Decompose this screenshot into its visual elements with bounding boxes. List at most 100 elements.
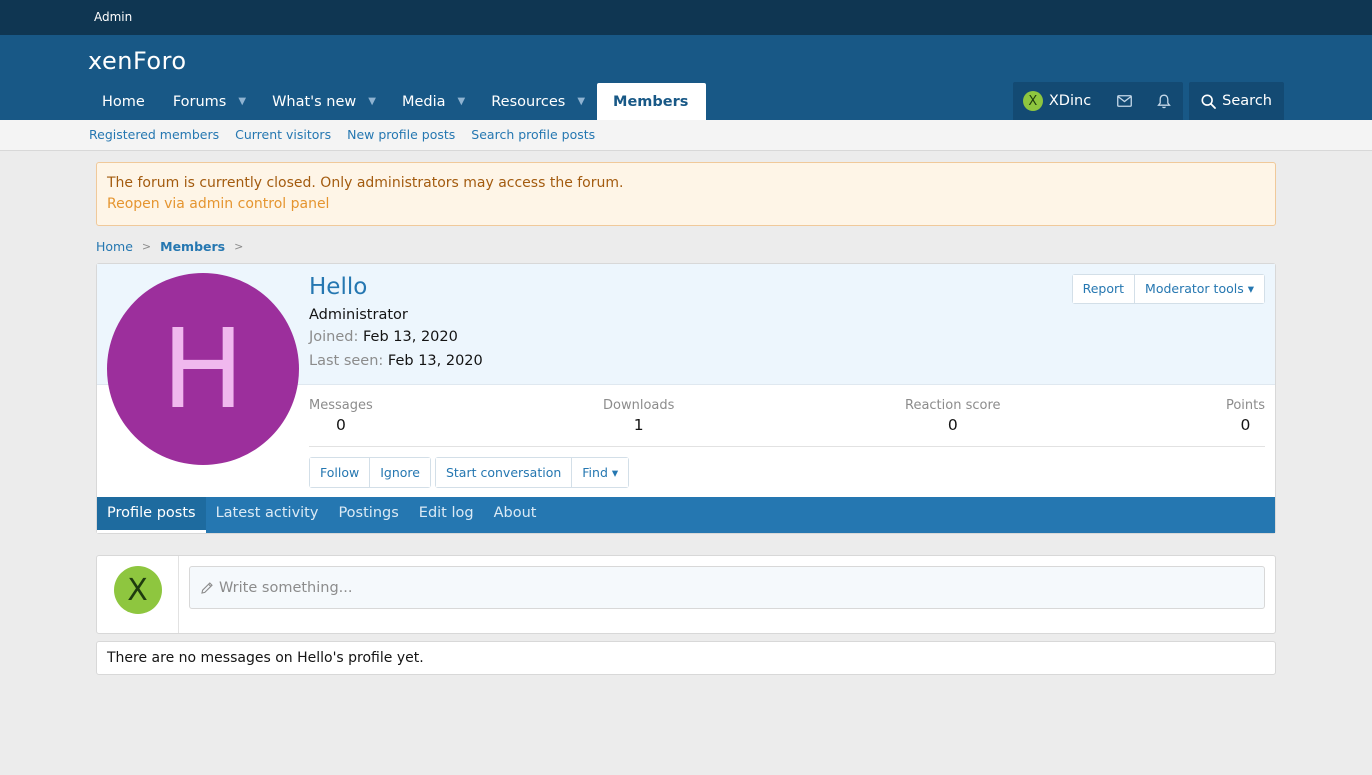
search-icon bbox=[1201, 93, 1217, 109]
nav-tab-forums[interactable]: Forums ▼ bbox=[159, 83, 258, 120]
joined-label: Joined: bbox=[309, 329, 359, 345]
nav-tab-label: Media bbox=[401, 93, 446, 110]
conversation-find-group: Start conversation Find ▾ bbox=[434, 456, 630, 488]
subnav-search-profile-posts[interactable]: Search profile posts bbox=[471, 120, 595, 150]
follow-button[interactable]: Follow bbox=[310, 457, 371, 487]
tab-profile-posts[interactable]: Profile posts bbox=[97, 497, 206, 533]
chevron-down-icon[interactable]: ▼ bbox=[577, 96, 585, 107]
member-tools: Report Moderator tools ▾ bbox=[1071, 274, 1265, 304]
nav-tab-label: What's new bbox=[272, 93, 357, 110]
chevron-right-icon: > bbox=[141, 240, 152, 253]
breadcrumb-home[interactable]: Home bbox=[96, 239, 133, 254]
admin-link[interactable]: Admin bbox=[94, 10, 132, 24]
alerts-button[interactable] bbox=[1144, 82, 1183, 120]
joined-row: Joined: Feb 13, 2020 bbox=[309, 325, 483, 349]
stat-value: 0 bbox=[947, 416, 958, 434]
stat-reaction-score[interactable]: Reaction score 0 bbox=[905, 398, 1001, 436]
subnav-new-profile-posts[interactable]: New profile posts bbox=[347, 120, 455, 150]
last-seen-row: Last seen: Feb 13, 2020 bbox=[309, 349, 483, 373]
find-button[interactable]: Find ▾ bbox=[572, 457, 629, 487]
stat-value: 0 bbox=[1240, 416, 1251, 434]
account-link[interactable]: X XDinc bbox=[1013, 82, 1105, 120]
user-nav: X XDinc Search bbox=[1012, 82, 1284, 120]
last-seen-label: Last seen: bbox=[309, 353, 384, 369]
follow-ignore-group: Follow Ignore bbox=[309, 456, 431, 488]
search-label: Search bbox=[1222, 93, 1272, 109]
no-messages-block: There are no messages on Hello's profile… bbox=[96, 641, 1276, 675]
chevron-down-icon[interactable]: ▼ bbox=[458, 96, 466, 107]
nav-tab-label: Resources bbox=[491, 93, 566, 110]
last-seen-value: Feb 13, 2020 bbox=[387, 353, 483, 369]
ignore-button[interactable]: Ignore bbox=[370, 457, 430, 487]
member-stats: Messages 0 Downloads 1 Reaction score 0 … bbox=[309, 385, 1265, 447]
nav-tab-media[interactable]: Media ▼ bbox=[388, 83, 477, 120]
staff-bar: Admin bbox=[0, 0, 1372, 35]
nav-tab-label: Home bbox=[102, 93, 145, 110]
account-group: X XDinc bbox=[1012, 82, 1184, 120]
reopen-link[interactable]: Reopen via admin control panel bbox=[107, 194, 1265, 215]
stat-downloads[interactable]: Downloads 1 bbox=[603, 398, 674, 436]
tab-latest-activity[interactable]: Latest activity bbox=[206, 497, 329, 533]
main-content: The forum is currently closed. Only admi… bbox=[96, 151, 1276, 675]
nav-tab-label: Forums bbox=[172, 93, 227, 110]
user-title: Administrator bbox=[309, 307, 408, 323]
main-nav: Home Forums ▼ What's new ▼ Media ▼ Resou… bbox=[88, 83, 707, 120]
stat-value: 0 bbox=[335, 416, 346, 434]
empty-message: There are no messages on Hello's profile… bbox=[107, 650, 424, 666]
stat-messages[interactable]: Messages 0 bbox=[309, 398, 373, 436]
site-logo[interactable]: xenForo bbox=[88, 47, 187, 75]
nav-tab-whats-new[interactable]: What's new ▼ bbox=[258, 83, 388, 120]
tab-about[interactable]: About bbox=[484, 497, 547, 533]
nav-tab-home[interactable]: Home bbox=[88, 83, 159, 120]
profile-post-composer: X Write something... bbox=[96, 555, 1276, 634]
stat-points[interactable]: Points 0 bbox=[1226, 398, 1265, 436]
breadcrumb-members[interactable]: Members bbox=[160, 239, 225, 254]
find-label: Find bbox=[582, 464, 608, 480]
stat-label: Messages bbox=[309, 398, 373, 413]
envelope-icon bbox=[1117, 95, 1133, 107]
chevron-right-icon: > bbox=[234, 240, 244, 253]
stat-label: Reaction score bbox=[905, 398, 1001, 413]
composer-placeholder: Write something... bbox=[219, 579, 353, 596]
joined-value: Feb 13, 2020 bbox=[363, 329, 458, 345]
start-conversation-button[interactable]: Start conversation bbox=[435, 457, 573, 487]
avatar: X bbox=[1022, 91, 1043, 111]
profile-info: Hello Administrator Joined: Feb 13, 2020… bbox=[309, 272, 483, 373]
composer-avatar-cell: X bbox=[97, 556, 179, 633]
moderator-tools-label: Moderator tools bbox=[1145, 281, 1244, 296]
subnav-current-visitors[interactable]: Current visitors bbox=[235, 120, 331, 150]
chevron-down-icon[interactable]: ▼ bbox=[368, 96, 376, 107]
nav-tab-resources[interactable]: Resources ▼ bbox=[477, 83, 597, 120]
report-button[interactable]: Report bbox=[1072, 275, 1136, 303]
profile-avatar[interactable]: H bbox=[107, 273, 299, 465]
breadcrumb: Home > Members > bbox=[96, 238, 1276, 255]
stat-label: Points bbox=[1225, 398, 1265, 413]
stat-value: 1 bbox=[633, 416, 644, 434]
stat-label: Downloads bbox=[603, 398, 675, 413]
subnav-registered-members[interactable]: Registered members bbox=[89, 120, 219, 150]
site-header: xenForo Home Forums ▼ What's new ▼ Media… bbox=[0, 35, 1372, 120]
composer-main: Write something... bbox=[179, 556, 1275, 633]
search-button[interactable]: Search bbox=[1189, 82, 1284, 120]
notice-message: The forum is currently closed. Only admi… bbox=[107, 175, 624, 191]
avatar[interactable]: X bbox=[113, 566, 162, 614]
bell-icon bbox=[1156, 94, 1171, 108]
account-username: XDinc bbox=[1048, 93, 1092, 109]
profile-tabs: Profile posts Latest activity Postings E… bbox=[97, 497, 1275, 533]
sub-nav: Registered members Current visitors New … bbox=[0, 120, 1372, 151]
caret-down-icon: ▾ bbox=[1247, 281, 1254, 296]
write-something-input[interactable]: Write something... bbox=[189, 566, 1265, 609]
inbox-button[interactable] bbox=[1105, 82, 1144, 120]
member-header: H Hello Administrator Joined: Feb 13, 20… bbox=[96, 263, 1276, 534]
tab-postings[interactable]: Postings bbox=[328, 497, 408, 533]
search-group: Search bbox=[1189, 82, 1284, 120]
nav-tab-members[interactable]: Members bbox=[597, 83, 707, 120]
forum-closed-notice: The forum is currently closed. Only admi… bbox=[96, 162, 1276, 226]
pencil-icon bbox=[201, 581, 213, 594]
chevron-down-icon[interactable]: ▼ bbox=[238, 96, 246, 107]
nav-tab-label: Members bbox=[613, 93, 689, 110]
profile-username[interactable]: Hello bbox=[309, 272, 483, 302]
caret-down-icon: ▾ bbox=[611, 464, 619, 480]
moderator-tools-button[interactable]: Moderator tools ▾ bbox=[1135, 275, 1264, 303]
tab-edit-log[interactable]: Edit log bbox=[409, 497, 484, 533]
